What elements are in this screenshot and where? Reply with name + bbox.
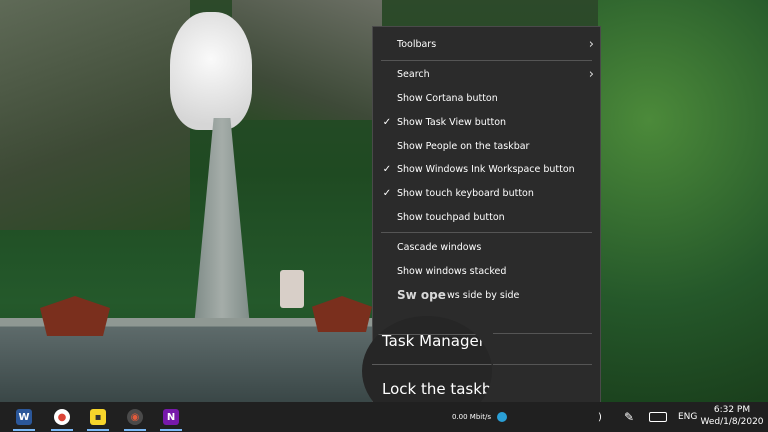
menu-separator: [381, 232, 592, 233]
menu-item-lock-taskbar[interactable]: Lock the taskbar: [382, 380, 492, 398]
menu-item-label-suffix: ws side by side: [447, 289, 520, 301]
menu-separator: [493, 333, 592, 334]
checkmark-icon: ✓: [382, 163, 392, 175]
network-speed-readout: 0.00 Mbit/s: [452, 402, 507, 432]
wallpaper-stone-marker: [280, 270, 304, 308]
menu-item-label: Show touch keyboard button: [397, 187, 534, 199]
wallpaper-pavilion-left: [40, 296, 110, 336]
menu-item-show-cortana[interactable]: Show Cortana button: [373, 87, 600, 109]
wallpaper-pavilion-right: [312, 296, 372, 332]
checkmark-icon: ✓: [382, 187, 392, 199]
keyboard-icon: [649, 412, 667, 422]
wallpaper-cliff-left: [0, 0, 190, 230]
chevron-right-icon: ›: [588, 36, 594, 52]
menu-item-label: Show touchpad button: [397, 211, 505, 223]
menu-separator: [493, 364, 592, 365]
active-indicator: [87, 429, 109, 431]
menu-item-label: Toolbars: [397, 38, 437, 50]
active-indicator: [51, 429, 73, 431]
volume-tray[interactable]: ): [598, 402, 602, 432]
menu-item-label: Show Task View button: [397, 116, 507, 128]
menu-item-show-task-view[interactable]: ✓ Show Task View button: [373, 111, 600, 133]
wallpaper-sky-arch: [170, 12, 252, 130]
taskbar-app-sticky-notes[interactable]: ▪: [84, 405, 112, 431]
menu-item-show-stacked[interactable]: Show windows stacked: [373, 260, 600, 282]
menu-item-label-partial: Sw ope: [397, 288, 446, 302]
taskbar-app-chrome[interactable]: ●: [48, 405, 76, 431]
language-label: ENG: [678, 412, 698, 422]
menu-item-label: Show Windows Ink Workspace button: [397, 163, 575, 175]
word-icon: W: [16, 409, 32, 425]
taskbar-clock[interactable]: 6:32 PM Wed/1/8/2020: [700, 404, 764, 428]
onenote-icon: N: [163, 409, 179, 425]
taskbar-app-word[interactable]: W: [10, 405, 38, 431]
clock-time: 6:32 PM: [713, 405, 751, 415]
menu-item-label: Cascade windows: [397, 241, 482, 253]
active-indicator: [160, 429, 182, 431]
menu-item-label: Show Cortana button: [397, 92, 498, 104]
touch-keyboard-tray[interactable]: [649, 402, 667, 432]
menu-item-task-manager[interactable]: Task Manager: [382, 332, 485, 350]
taskbar-app-onenote[interactable]: N: [157, 405, 185, 431]
menu-item-show-touch-keyboard[interactable]: ✓ Show touch keyboard button: [373, 182, 600, 204]
menu-item-side-by-side[interactable]: Sw ope ws side by side: [373, 284, 600, 306]
menu-item-toolbars[interactable]: Toolbars ›: [373, 33, 600, 55]
active-indicator: [13, 429, 35, 431]
clock-date: Wed/1/8/2020: [700, 417, 764, 427]
menu-item-show-ink-workspace[interactable]: ✓ Show Windows Ink Workspace button: [373, 158, 600, 180]
taskbar-app-ring[interactable]: ◉: [121, 405, 149, 431]
magnified-separator: [372, 364, 492, 365]
app-ring-icon: ◉: [127, 409, 143, 425]
menu-separator: [381, 60, 592, 61]
wallpaper-cliff-right: [232, 0, 382, 120]
chevron-right-icon: ›: [588, 66, 594, 82]
volume-icon: ): [598, 411, 602, 423]
menu-item-cascade-windows[interactable]: Cascade windows: [373, 236, 600, 258]
menu-item-label: Show People on the taskbar: [397, 140, 530, 152]
pen-icon: ✎: [624, 410, 635, 424]
menu-item-label: Show windows stacked: [397, 265, 507, 277]
network-speed: 0.00 Mbit/s: [452, 413, 491, 421]
active-indicator: [124, 429, 146, 431]
checkmark-icon: ✓: [382, 116, 392, 128]
language-indicator[interactable]: ENG: [678, 402, 697, 432]
menu-item-label: Search: [397, 68, 430, 80]
network-status-icon[interactable]: [497, 412, 507, 422]
menu-item-show-people[interactable]: Show People on the taskbar: [373, 135, 600, 157]
menu-item-search[interactable]: Search ›: [373, 63, 600, 85]
ink-workspace-tray[interactable]: ✎: [624, 402, 634, 432]
sticky-notes-icon: ▪: [90, 409, 106, 425]
wallpaper-stairs: [192, 118, 252, 348]
wallpaper-foliage: [598, 0, 768, 400]
menu-item-show-touchpad[interactable]: Show touchpad button: [373, 206, 600, 228]
chrome-icon: ●: [54, 409, 70, 425]
